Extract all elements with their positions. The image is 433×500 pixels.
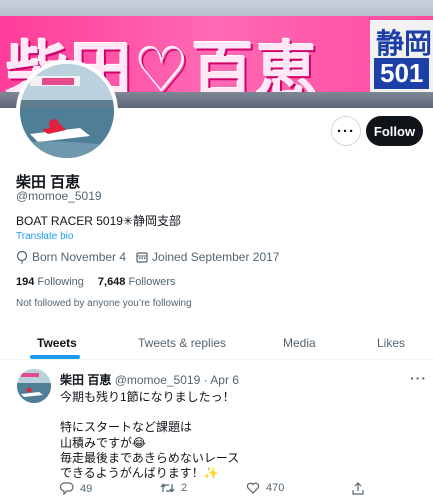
not-followed-notice: Not followed by anyone you’re following (16, 298, 192, 309)
calendar-icon (136, 252, 148, 263)
tweet-avatar-photo (17, 369, 51, 403)
profile-handle: @momoe_5019 (16, 189, 102, 203)
following-label: Following (37, 276, 84, 288)
more-icon: ··· (337, 122, 355, 140)
tweet-header: 柴田 百恵 @momoe_5019 · Apr 6 (60, 371, 239, 388)
tweet-more-icon[interactable]: ··· (410, 370, 427, 386)
follow-button[interactable]: Follow (366, 116, 423, 146)
tweet-date[interactable]: · Apr 6 (204, 373, 239, 387)
retweet-icon (160, 483, 175, 493)
joined-date: Joined September 2017 (152, 250, 280, 264)
profile-avatar[interactable] (16, 60, 118, 162)
tweet-text-line: 特にスタートなど課題は (60, 420, 193, 434)
like-count: 470 (266, 482, 285, 494)
reply-button[interactable]: 49 (60, 482, 92, 495)
tweet-actions: 49 2 470 (60, 482, 420, 496)
tweet-avatar[interactable] (17, 369, 51, 403)
tweet-author-name[interactable]: 柴田 百恵 (60, 373, 111, 387)
banner-side-top: 静岡 (376, 27, 433, 60)
tweet-author-handle[interactable]: @momoe_5019 (115, 373, 201, 387)
born-date: Born November 4 (32, 250, 127, 264)
tab-likes[interactable]: Likes (377, 326, 405, 359)
joined-item: Joined September 2017 (136, 250, 279, 264)
avatar-photo (20, 64, 114, 158)
tab-media[interactable]: Media (283, 326, 316, 359)
share-icon (352, 482, 364, 495)
retweet-count: 2 (181, 482, 188, 494)
follow-stats: 194 Following 7,648 Followers (16, 276, 176, 288)
like-button[interactable]: 470 (246, 482, 284, 494)
profile-bio: BOAT RACER 5019✳︎静岡支部 (16, 214, 181, 228)
following-count: 194 (16, 276, 35, 288)
profile-meta: Born November 4 Joined September 2017 (16, 250, 289, 264)
banner-side-sign: 静岡 501 (370, 20, 433, 92)
tweet-text-line: 今期も残り1節になりましたっ！ (60, 390, 235, 404)
more-options-button[interactable]: ··· (331, 116, 361, 146)
banner-side-bottom: 501 (374, 58, 430, 89)
translate-bio-link[interactable]: Translate bio (16, 231, 73, 242)
profile-tabs: Tweets Tweets & replies Media Likes (0, 326, 433, 360)
followers-count: 7,648 (97, 276, 126, 288)
followers-link[interactable]: 7,648 Followers (98, 276, 176, 288)
tab-tweets-replies[interactable]: Tweets & replies (138, 326, 226, 359)
heart-icon (246, 482, 260, 494)
reply-icon (60, 482, 74, 495)
balloon-icon (16, 250, 28, 264)
tweet-text-line: できるようがんばります！✨ (60, 466, 219, 480)
active-tab-indicator (30, 355, 80, 359)
retweet-button[interactable]: 2 (160, 482, 187, 494)
share-button[interactable] (352, 482, 370, 495)
reply-count: 49 (80, 482, 93, 495)
following-link[interactable]: 194 Following (16, 276, 84, 288)
followers-label: Followers (128, 276, 176, 288)
born-item: Born November 4 (16, 250, 126, 264)
